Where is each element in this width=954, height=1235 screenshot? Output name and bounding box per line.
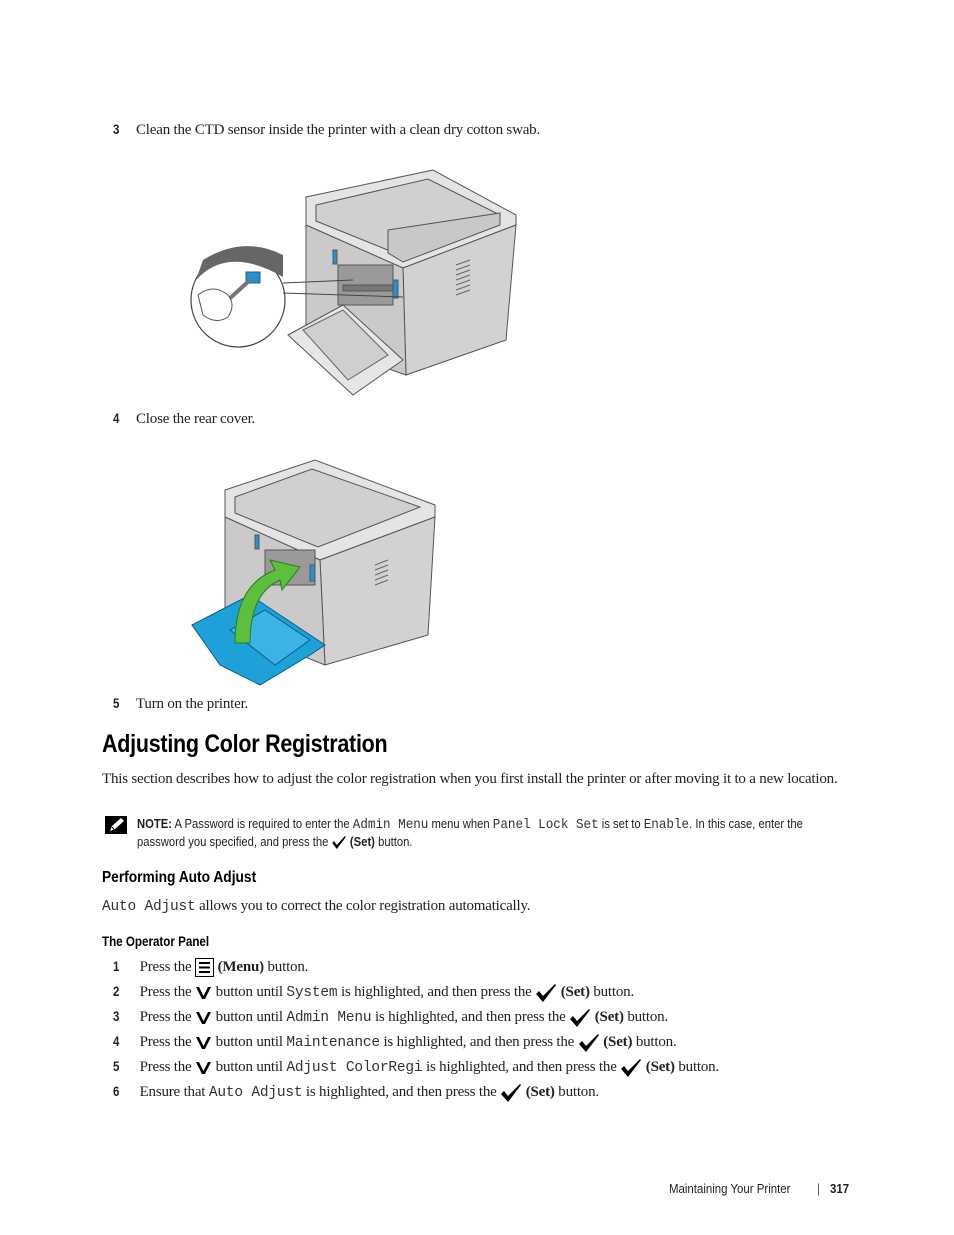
note-text: button. <box>378 835 413 849</box>
step-text: Ensure that <box>139 1084 206 1100</box>
checkmark-set-icon <box>570 1008 591 1027</box>
set-label: (Set) <box>525 1084 555 1100</box>
note-code-panel-lock-set: Panel Lock Set <box>492 817 599 833</box>
note-block: NOTE: A Password is required to enter th… <box>137 816 821 851</box>
step-text: button. <box>593 984 635 1000</box>
note-text: menu when <box>431 817 490 831</box>
step-text: Press the <box>139 1009 192 1025</box>
checkmark-set-icon <box>621 1058 642 1077</box>
subsection-intro: Auto Adjust allows you to correct the co… <box>102 897 531 917</box>
step-text: Turn on the printer. <box>136 696 249 712</box>
footer-chapter: Maintaining Your Printer <box>669 1181 791 1196</box>
intro-text: allows you to correct the color registra… <box>199 898 531 914</box>
subsection-title: Performing Auto Adjust <box>102 869 257 886</box>
panel-step-1: 1 Press the (Menu) button. <box>113 957 309 978</box>
code-auto-adjust: Auto Adjust <box>102 899 196 915</box>
step-text: is highlighted, and then press the <box>374 1009 566 1025</box>
step-text: button until <box>215 1059 283 1075</box>
step-number: 4 <box>113 1034 120 1049</box>
step-text: button. <box>558 1084 599 1100</box>
code-system: System <box>286 985 338 1001</box>
note-text: A Password is required to enter the <box>174 817 350 831</box>
checkmark-set-icon <box>332 836 346 850</box>
set-label: (Set) <box>349 835 375 849</box>
down-arrow-icon <box>196 1061 212 1074</box>
note-label: NOTE: <box>137 817 173 831</box>
set-label: (Set) <box>594 1009 624 1025</box>
step-5-turn-on: 5 Turn on the printer. <box>113 694 248 714</box>
panel-step-2: 2 Press the button until System is highl… <box>113 982 634 1003</box>
step-text: Press the <box>139 984 192 1000</box>
code-adjust-colorregi: Adjust ColorRegi <box>286 1060 423 1076</box>
step-text: is highlighted, and then press the <box>340 984 532 1000</box>
step-text: is highlighted, and then press the <box>383 1034 575 1050</box>
step-number: 3 <box>113 122 120 137</box>
step-number: 6 <box>113 1084 120 1099</box>
step-text: button. <box>267 959 309 975</box>
panel-step-5: 5 Press the button until Adjust ColorReg… <box>113 1057 719 1078</box>
step-number: 3 <box>113 1009 120 1024</box>
set-label: (Set) <box>603 1034 633 1050</box>
step-4-close-cover: 4 Close the rear cover. <box>113 409 255 429</box>
page-number: 317 <box>830 1181 850 1196</box>
step-text: is highlighted, and then press the <box>305 1084 497 1100</box>
panel-step-4: 4 Press the button until Maintenance is … <box>113 1032 677 1053</box>
code-admin-menu: Admin Menu <box>286 1010 372 1026</box>
footer-separator: | <box>817 1181 820 1196</box>
step-text: button. <box>635 1034 677 1050</box>
step-text: Clean the CTD sensor inside the printer … <box>136 122 541 138</box>
step-number: 2 <box>113 984 120 999</box>
checkmark-set-icon <box>578 1033 599 1052</box>
menu-icon <box>195 958 215 978</box>
note-code-admin-menu: Admin Menu <box>352 817 429 833</box>
step-number: 1 <box>113 959 120 974</box>
note-text: is set to <box>601 817 641 831</box>
step-number: 5 <box>113 1059 120 1074</box>
down-arrow-icon <box>196 1011 212 1024</box>
step-text: button. <box>627 1009 669 1025</box>
operator-panel-title: The Operator Panel <box>102 934 210 949</box>
section-intro: This section describes how to adjust the… <box>102 771 838 787</box>
clean-sensor-illustration <box>190 169 517 396</box>
checkmark-set-icon <box>501 1083 522 1102</box>
note-pencil-icon <box>105 816 127 834</box>
step-text: Press the <box>139 959 192 975</box>
step-number: 5 <box>113 696 120 711</box>
down-arrow-icon <box>196 1036 212 1049</box>
code-auto-adjust: Auto Adjust <box>208 1085 303 1101</box>
step-number: 4 <box>113 411 120 426</box>
step-text: Press the <box>139 1059 192 1075</box>
menu-label: (Menu) <box>217 959 264 975</box>
step-text: button. <box>678 1059 720 1075</box>
panel-step-3: 3 Press the button until Admin Menu is h… <box>113 1007 668 1028</box>
step-text: button until <box>215 1009 283 1025</box>
section-title: Adjusting Color Registration <box>102 730 388 758</box>
checkmark-set-icon <box>536 983 557 1002</box>
step-text: button until <box>215 1034 283 1050</box>
step-text: button until <box>215 984 283 1000</box>
step-text: is highlighted, and then press the <box>425 1059 617 1075</box>
note-code-enable: Enable <box>643 817 690 833</box>
close-cover-illustration <box>191 459 436 686</box>
panel-step-6: 6 Ensure that Auto Adjust is highlighted… <box>113 1082 599 1103</box>
step-text: Close the rear cover. <box>136 411 256 427</box>
step-text: Press the <box>139 1034 192 1050</box>
code-maintenance: Maintenance <box>286 1035 380 1051</box>
set-label: (Set) <box>645 1059 675 1075</box>
down-arrow-icon <box>196 986 212 999</box>
step-3-clean-sensor: 3 Clean the CTD sensor inside the printer… <box>113 120 540 140</box>
set-label: (Set) <box>560 984 590 1000</box>
